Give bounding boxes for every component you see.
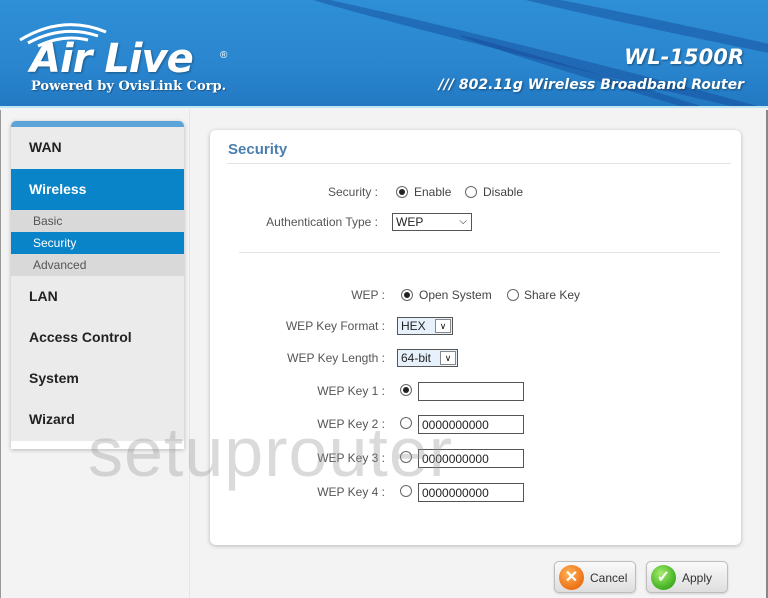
security-row: Security : Enable Disable bbox=[210, 181, 741, 203]
security-enable-radio[interactable] bbox=[396, 186, 408, 198]
chevron-down-icon: ∨ bbox=[435, 319, 451, 333]
wep-share-key-radio[interactable] bbox=[507, 289, 519, 301]
cancel-label: Cancel bbox=[590, 571, 628, 585]
chevron-down-icon: ∨ bbox=[440, 351, 456, 365]
wep-mode-label: WEP : bbox=[351, 288, 385, 302]
brand-tagline: Powered by OvisLink Corp. bbox=[31, 79, 227, 94]
wep-open-system-label: Open System bbox=[419, 288, 492, 302]
wep-open-system-radio[interactable] bbox=[401, 289, 413, 301]
wep-key-row: WEP Key 3 : bbox=[210, 447, 741, 469]
security-panel: Security Security : Enable Disable Authe… bbox=[210, 130, 741, 545]
key-length-label: WEP Key Length : bbox=[287, 351, 385, 365]
wep-key-label: WEP Key 2 : bbox=[317, 417, 385, 431]
wep-key-label: WEP Key 3 : bbox=[317, 451, 385, 465]
key-format-label: WEP Key Format : bbox=[285, 319, 385, 333]
wep-key-label: WEP Key 1 : bbox=[317, 384, 385, 398]
wep-key-4-radio[interactable] bbox=[400, 485, 412, 497]
wep-key-3-input[interactable] bbox=[418, 449, 524, 468]
page-title: Security bbox=[228, 141, 288, 158]
brand-logo: Air Live bbox=[30, 36, 194, 82]
apply-label: Apply bbox=[682, 571, 713, 585]
key-format-row: WEP Key Format : HEX ∨ bbox=[210, 315, 741, 337]
wep-key-label: WEP Key 4 : bbox=[317, 485, 385, 499]
security-label: Security : bbox=[327, 185, 378, 199]
wep-key-1-radio[interactable] bbox=[400, 384, 412, 396]
sidebar-subitem-basic[interactable]: Basic bbox=[11, 210, 184, 232]
wep-share-key-label: Share Key bbox=[524, 288, 581, 302]
header-banner: Air Live ® Powered by OvisLink Corp. WL-… bbox=[0, 0, 768, 108]
wep-key-2-input[interactable] bbox=[418, 415, 524, 434]
apply-button[interactable]: ✓ Apply bbox=[646, 561, 728, 593]
model-description: /// 802.11g Wireless Broadband Router bbox=[438, 77, 744, 93]
registered-mark: ® bbox=[220, 50, 228, 61]
wep-key-4-input[interactable] bbox=[418, 483, 524, 502]
sidebar-item-wan[interactable]: WAN bbox=[11, 127, 184, 169]
key-length-value: 64-bit bbox=[401, 351, 432, 365]
sidebar-item-lan[interactable]: LAN bbox=[11, 276, 184, 317]
auth-type-value: WEP bbox=[396, 215, 424, 229]
security-disable-label: Disable bbox=[483, 185, 524, 199]
divider bbox=[239, 252, 720, 253]
divider bbox=[227, 163, 731, 164]
key-format-value: HEX bbox=[401, 319, 426, 333]
sidebar-subitem-security[interactable]: Security bbox=[11, 232, 184, 254]
close-icon: ✕ bbox=[559, 565, 584, 590]
chevron-down-icon: ⌵ bbox=[459, 216, 467, 227]
wep-key-row: WEP Key 1 : bbox=[210, 380, 741, 402]
sidebar-item-wizard[interactable]: Wizard bbox=[11, 399, 184, 440]
wep-key-2-radio[interactable] bbox=[400, 417, 412, 429]
wep-mode-row: WEP : Open System Share Key bbox=[210, 284, 741, 306]
key-format-select[interactable]: HEX ∨ bbox=[397, 317, 453, 335]
sidebar-item-access-control[interactable]: Access Control bbox=[11, 317, 184, 358]
security-disable-radio[interactable] bbox=[465, 186, 477, 198]
sidebar-subitem-advanced[interactable]: Advanced bbox=[11, 254, 184, 276]
auth-type-select[interactable]: WEP ⌵ bbox=[392, 213, 472, 231]
model-name: WL-1500R bbox=[624, 45, 744, 69]
sidebar-item-wireless[interactable]: Wireless bbox=[11, 169, 184, 210]
key-length-row: WEP Key Length : 64-bit ∨ bbox=[210, 347, 741, 369]
frame-edge bbox=[0, 110, 1, 598]
sidebar-nav: WAN Wireless Basic Security Advanced LAN… bbox=[11, 121, 184, 449]
auth-type-label: Authentication Type : bbox=[266, 215, 378, 229]
security-enable-label: Enable bbox=[414, 185, 452, 199]
checkmark-icon: ✓ bbox=[651, 565, 676, 590]
key-length-select[interactable]: 64-bit ∨ bbox=[397, 349, 458, 367]
wep-key-row: WEP Key 4 : bbox=[210, 481, 741, 503]
cancel-button[interactable]: ✕ Cancel bbox=[554, 561, 636, 593]
auth-type-row: Authentication Type : WEP ⌵ bbox=[210, 211, 741, 233]
sidebar-item-system[interactable]: System bbox=[11, 358, 184, 399]
wep-key-3-radio[interactable] bbox=[400, 451, 412, 463]
column-divider bbox=[189, 110, 190, 598]
wep-key-1-input[interactable] bbox=[418, 382, 524, 401]
wep-key-row: WEP Key 2 : bbox=[210, 413, 741, 435]
